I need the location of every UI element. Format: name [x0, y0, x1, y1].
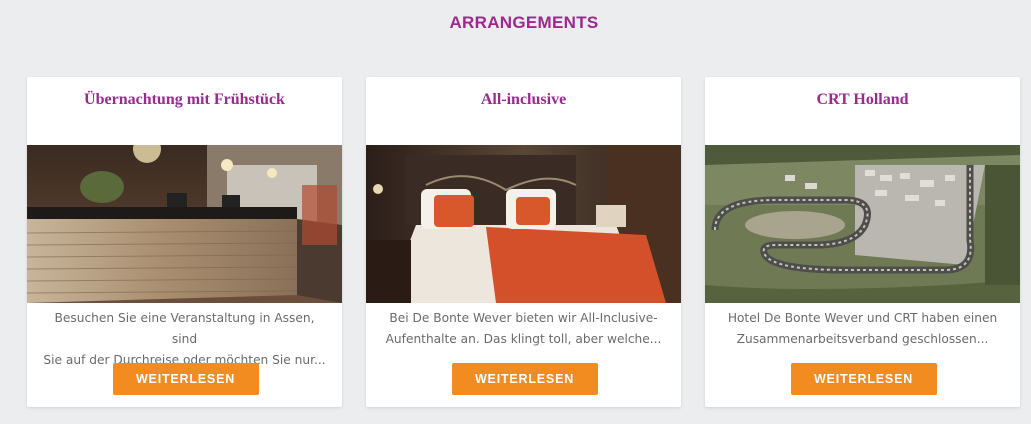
- description-line: Bei De Bonte Wever bieten wir All-Inclus…: [389, 311, 658, 325]
- card-title: Übernachtung mit Frühstück: [84, 91, 285, 108]
- card-description: Besuchen Sie eine Veranstaltung in Assen…: [41, 308, 328, 371]
- section-title: ARRANGEMENTS: [449, 13, 599, 32]
- arrangement-card-breakfast: Übernachtung mit Frühstück Besuchen Sie …: [27, 77, 342, 407]
- read-more-button[interactable]: WEITERLESEN: [790, 363, 937, 395]
- description-line: Aufenthalte an. Das klingt toll, aber we…: [385, 332, 662, 346]
- card-title: CRT Holland: [816, 91, 909, 108]
- card-description: Bei De Bonte Wever bieten wir All-Inclus…: [380, 308, 667, 350]
- card-description: Hotel De Bonte Wever und CRT haben einen…: [719, 308, 1006, 350]
- read-more-button[interactable]: WEITERLESEN: [451, 363, 598, 395]
- arrangement-card-crt-holland: CRT Holland Hotel De Bonte Wever und CRT…: [705, 77, 1020, 407]
- arrangement-card-all-inclusive: All-inclusive Bei De Bonte Wever bieten …: [366, 77, 681, 407]
- description-line: Zusammenarbeitsverband geschlossen...: [736, 332, 989, 346]
- description-line: Hotel De Bonte Wever und CRT haben einen: [727, 311, 998, 325]
- description-line: Besuchen Sie eine Veranstaltung in Assen…: [54, 311, 315, 346]
- card-title: All-inclusive: [480, 91, 567, 108]
- read-more-button[interactable]: WEITERLESEN: [112, 363, 259, 395]
- race-circuit-image[interactable]: [705, 145, 1020, 303]
- hotel-reception-image[interactable]: [27, 145, 342, 303]
- hotel-room-image[interactable]: [366, 145, 681, 303]
